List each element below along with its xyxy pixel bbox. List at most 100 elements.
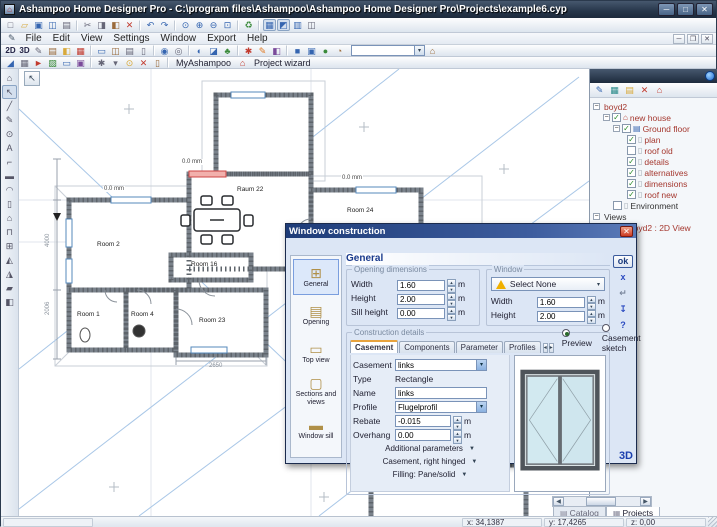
wall-tool[interactable]: ▬: [2, 169, 17, 183]
door-tool-icon[interactable]: ◫: [109, 45, 122, 57]
toolbar-combobox[interactable]: ▾: [351, 45, 425, 56]
column-tool[interactable]: ▯: [2, 197, 17, 211]
project-wizard-button[interactable]: Project wizard: [250, 58, 315, 68]
search-icon[interactable]: ⊙: [123, 57, 136, 69]
zoom-out-icon[interactable]: ⊖: [207, 19, 220, 31]
spinner[interactable]: ▲▼: [453, 416, 462, 427]
grid-icon[interactable]: ▦: [74, 45, 87, 57]
paint-tool[interactable]: ◧: [2, 295, 17, 309]
flag-icon[interactable]: ►: [32, 57, 45, 69]
value-input[interactable]: [395, 429, 451, 441]
checkbox[interactable]: [627, 146, 636, 155]
separator[interactable]: [90, 57, 92, 68]
view-3d-button[interactable]: 3D: [18, 45, 31, 57]
tree-item-details[interactable]: ▯ details: [591, 156, 717, 167]
settings-icon[interactable]: ✱: [242, 45, 255, 57]
spinner[interactable]: ▲▼: [447, 279, 456, 290]
home-icon[interactable]: ⌂: [426, 45, 439, 57]
value-input[interactable]: [537, 311, 585, 322]
chevron-down-icon[interactable]: ▾: [593, 281, 604, 288]
dialog-nav-opening[interactable]: ▤ Opening: [293, 297, 339, 333]
checkbox[interactable]: [627, 179, 636, 188]
close-button[interactable]: ✕: [696, 3, 713, 16]
camera-icon[interactable]: ◉: [158, 45, 171, 57]
expander-filling-pane-solid[interactable]: Filling: Pane/solid ▼: [353, 468, 507, 481]
separator[interactable]: [153, 45, 155, 56]
dormer-tool[interactable]: ◮: [2, 267, 17, 281]
select-home-tool[interactable]: ⌂: [2, 71, 17, 85]
roof-tool[interactable]: ◭: [2, 253, 17, 267]
myashampoo-button[interactable]: MyAshampoo: [172, 58, 235, 68]
paste-icon[interactable]: ◧: [109, 19, 122, 31]
tab-scroll-left-icon[interactable]: ◂: [543, 343, 548, 353]
separator[interactable]: [174, 20, 176, 31]
separator[interactable]: [237, 20, 239, 31]
brush-icon[interactable]: ✎: [256, 45, 269, 57]
expander-icon[interactable]: [593, 103, 600, 110]
dimension-tool[interactable]: ⌐: [2, 155, 17, 169]
tab-profiles[interactable]: Profiles: [504, 341, 541, 353]
panel-icon[interactable]: ■: [291, 45, 304, 57]
measure-tool[interactable]: ⊙: [2, 127, 17, 141]
mdi-close-button[interactable]: ✕: [701, 34, 713, 44]
apply-button[interactable]: ↧: [615, 303, 631, 316]
value-input[interactable]: [395, 415, 451, 427]
stairs-icon[interactable]: ▤: [123, 45, 136, 57]
tab-scroll-right-icon[interactable]: ▸: [549, 343, 554, 353]
expander-additional-parameters[interactable]: Additional parameters ▼: [353, 442, 507, 455]
save-all-icon[interactable]: ◫: [46, 19, 59, 31]
checkbox[interactable]: [627, 135, 636, 144]
expander-icon[interactable]: [593, 213, 600, 220]
spinner[interactable]: ▲▼: [587, 296, 596, 307]
tree-item-boyd2[interactable]: boyd2: [591, 101, 717, 112]
tab-parameter[interactable]: Parameter: [456, 341, 503, 353]
undo-icon[interactable]: ↶: [144, 19, 157, 31]
window-style-select[interactable]: Select None ▾: [491, 277, 605, 291]
chevron-down-icon[interactable]: ▾: [414, 46, 424, 55]
mdi-minimize-button[interactable]: ─: [673, 34, 685, 44]
minimize-button[interactable]: ─: [658, 3, 675, 16]
dialog-nav-general[interactable]: ⊞ General: [293, 259, 339, 295]
window-tool[interactable]: ⊞: [2, 239, 17, 253]
save-icon[interactable]: ▣: [32, 19, 45, 31]
enter-button[interactable]: ↵: [615, 287, 631, 300]
new-document-icon[interactable]: □: [4, 19, 17, 31]
material-icon[interactable]: ◪: [207, 45, 220, 57]
tools-icon[interactable]: ✱: [95, 57, 108, 69]
spinner[interactable]: ▲▼: [453, 430, 462, 441]
print-icon[interactable]: ▤: [60, 19, 73, 31]
menu-help[interactable]: Help: [242, 33, 273, 45]
arc-tool[interactable]: ◠: [2, 183, 17, 197]
tab-components[interactable]: Components: [399, 341, 454, 353]
building-tool[interactable]: ⌂: [2, 211, 17, 225]
tree-item-environment[interactable]: ▯ Environment: [591, 200, 717, 211]
separator[interactable]: [286, 45, 288, 56]
value-input[interactable]: [397, 308, 445, 319]
expander-casement-right-hinged[interactable]: Casement, right hinged ▼: [353, 455, 507, 468]
polyline-tool[interactable]: ✎: [2, 113, 17, 127]
delete-icon[interactable]: ✕: [638, 84, 651, 96]
floating-pointer-tool[interactable]: ↖: [24, 71, 40, 86]
project-wizard-icon[interactable]: ⌂: [236, 57, 249, 69]
zoom-in-icon[interactable]: ⊕: [193, 19, 206, 31]
render-icon[interactable]: ◧: [270, 45, 283, 57]
spinner[interactable]: ▲▼: [447, 293, 456, 304]
scroll-left-icon[interactable]: ◀: [553, 497, 564, 506]
preview-radio[interactable]: Preview: [562, 328, 592, 348]
walkthrough-icon[interactable]: ◎: [172, 45, 185, 57]
checkbox[interactable]: [622, 124, 631, 133]
menu-edit[interactable]: Edit: [48, 33, 75, 45]
dialog-title-bar[interactable]: Window construction ✕: [286, 224, 636, 238]
media-icon[interactable]: ▣: [74, 57, 87, 69]
dialog-nav-sections-and-views[interactable]: ▢ Sections and views: [293, 373, 339, 409]
maximize-button[interactable]: □: [677, 3, 694, 16]
globe-icon[interactable]: ●: [319, 45, 332, 57]
scrollbar-thumb[interactable]: [586, 497, 616, 506]
spinner[interactable]: ▲▼: [447, 307, 456, 318]
note-icon[interactable]: ▭: [60, 57, 73, 69]
tree-item-ground-floor[interactable]: ▤ Ground floor: [591, 123, 717, 134]
expander-icon[interactable]: [603, 114, 610, 121]
checkbox[interactable]: [613, 201, 622, 210]
redo-icon[interactable]: ↷: [158, 19, 171, 31]
open-icon[interactable]: ▱: [18, 19, 31, 31]
